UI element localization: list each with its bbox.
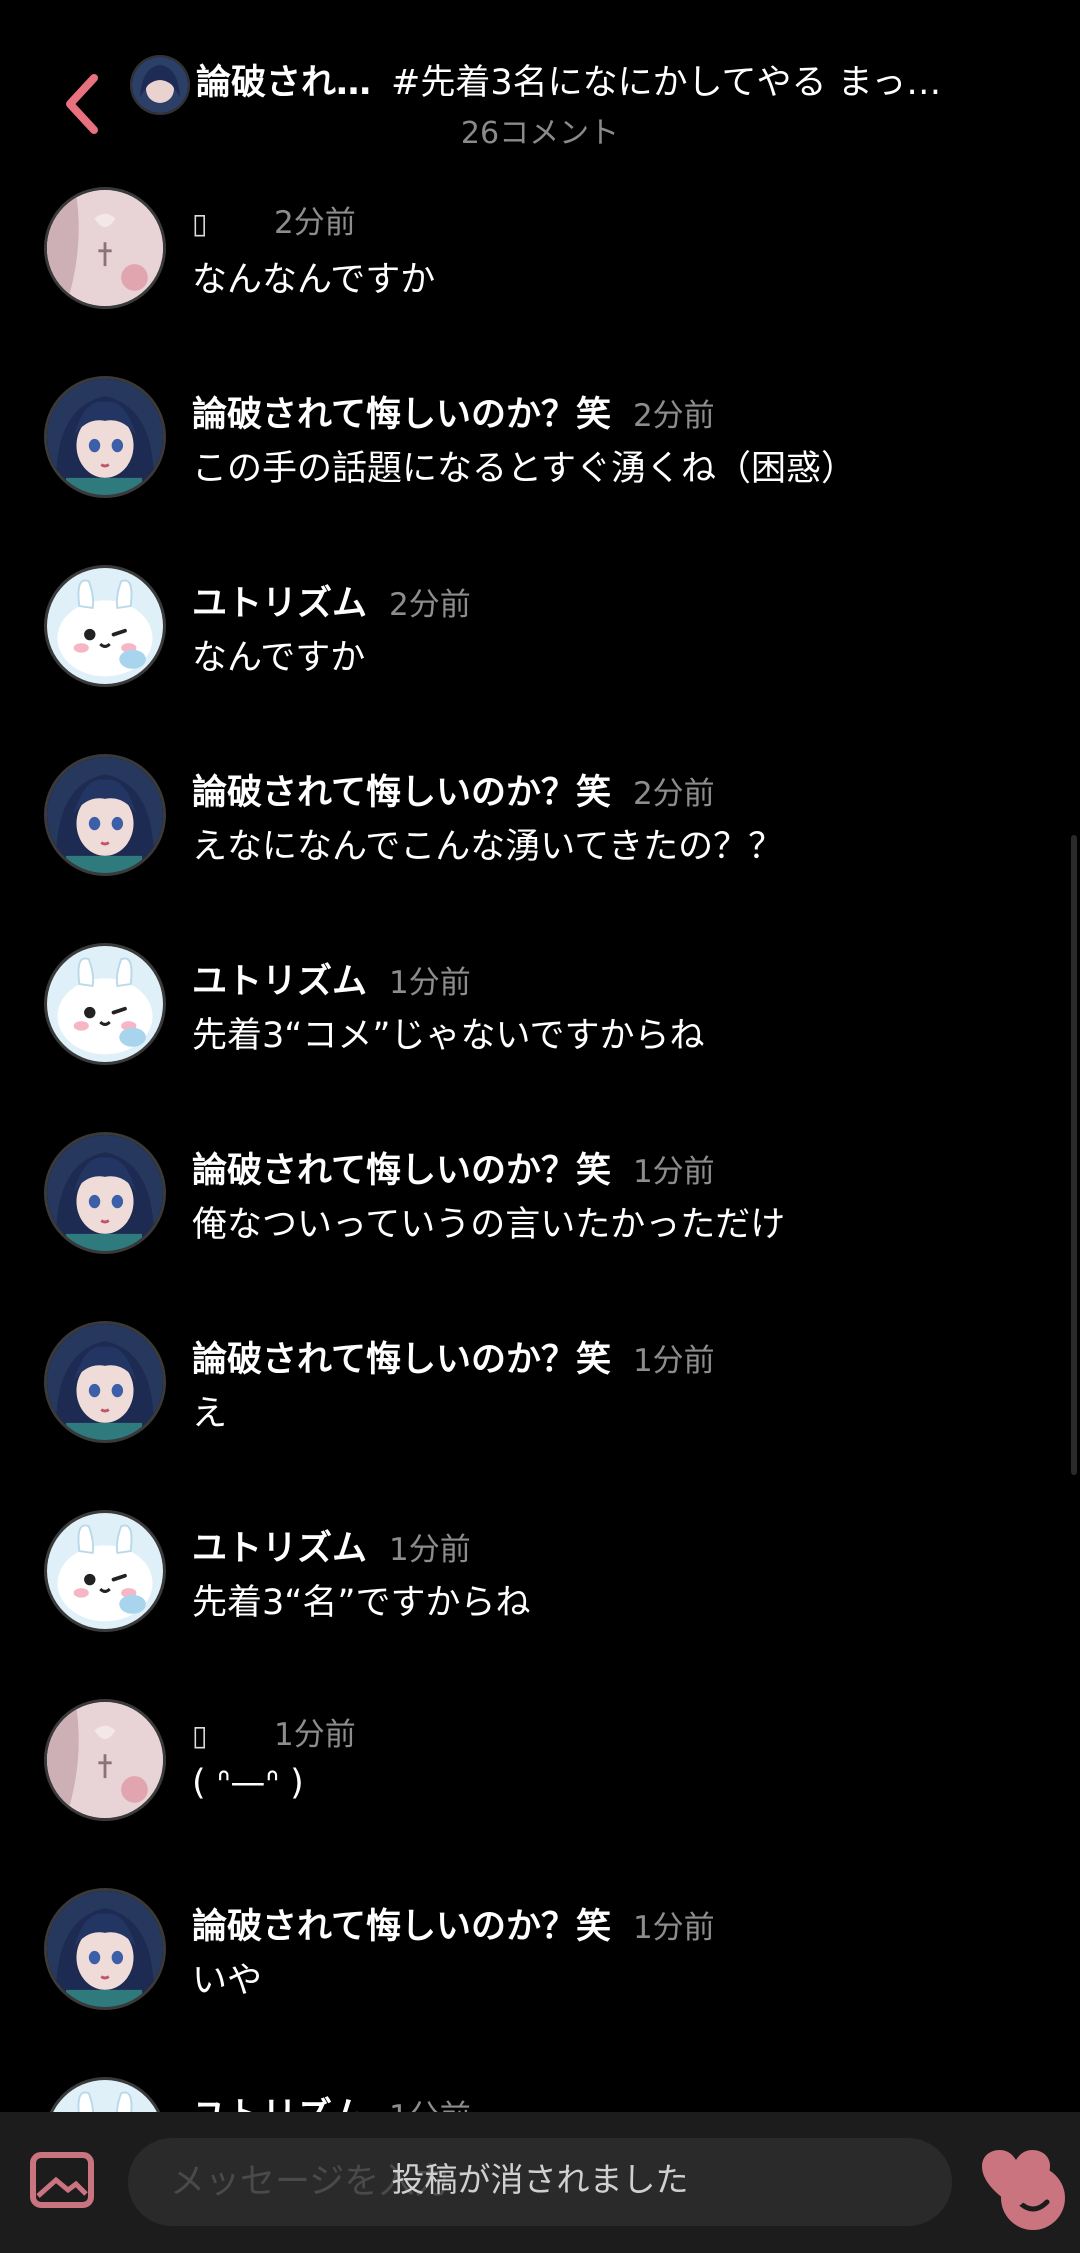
comment-avatar[interactable] — [44, 187, 166, 309]
comment-item[interactable]: ▯ 1分前 ( ᐢ—ᐢ ) — [0, 1699, 1080, 1859]
comment-text: ( ᐢ—ᐢ ) — [192, 1763, 304, 1803]
comment-thread-screen: 論破され… #先着3名になにかしてやる まっ… 26コメント ▯ 2分前 なんなんで… — [0, 0, 1080, 2253]
comment-avatar[interactable] — [44, 1699, 166, 1821]
comment-timestamp: 1分前 — [274, 1717, 356, 1753]
comment-author-name[interactable]: ユトリズム — [192, 1520, 367, 1571]
message-input[interactable]: メッセージを入力 投稿が消されました — [128, 2138, 1065, 2230]
comment-header: ユトリズム 1分前 — [192, 1520, 471, 1571]
comment-timestamp: 2分前 — [632, 776, 715, 812]
comment-header: ユトリズム 2分前 — [192, 575, 471, 626]
like-button[interactable] — [980, 2148, 1052, 2212]
comment-avatar[interactable] — [44, 376, 166, 498]
comment-timestamp: 1分前 — [632, 1343, 715, 1379]
comment-count: 26コメント — [460, 116, 620, 151]
image-icon — [30, 2152, 94, 2208]
comment-text: 先着3“コメ”じゃないですからね — [192, 1016, 705, 1056]
comment-author-name[interactable]: ▯ — [192, 207, 252, 240]
comment-timestamp: 1分前 — [389, 965, 471, 1001]
post-author-avatar[interactable] — [130, 55, 190, 115]
comment-text: なんなんですか — [192, 260, 436, 300]
comment-text: 先着3“名”ですからね — [192, 1583, 531, 1623]
comment-avatar[interactable] — [44, 1321, 166, 1443]
post-title[interactable]: 論破され… #先着3名になにかしてやる まっ… — [196, 55, 956, 111]
comment-avatar[interactable] — [44, 1888, 166, 2010]
comment-header: ▯ 1分前 — [192, 1709, 356, 1757]
comment-text: なんですか — [192, 638, 366, 678]
comment-timestamp: 2分前 — [389, 587, 471, 623]
comment-text: えなになんでこんな湧いてきたの？？ — [192, 827, 784, 867]
comment-item[interactable]: 論破されて悔しいのか？笑 1分前え — [0, 1321, 1080, 1481]
comment-author-name[interactable]: ▯ — [192, 1719, 252, 1752]
comment-author-name[interactable]: ユトリズム — [192, 953, 367, 1004]
comment-author-name[interactable]: ユトリズム — [192, 575, 367, 626]
comment-author-name[interactable]: 論破されて悔しいのか？笑 — [192, 764, 611, 815]
comment-item[interactable]: ユトリズム 1分前先着3“コメ”じゃないですからね — [0, 943, 1080, 1103]
comment-text: 俺なついっていうの言いたかっただけ — [192, 1205, 786, 1245]
comment-header: 論破されて悔しいのか？笑 1分前 — [192, 1898, 715, 1949]
comment-item[interactable]: 論破されて悔しいのか？笑 2分前この手の話題になるとすぐ湧くね（困惑） — [0, 376, 1080, 536]
comment-item[interactable]: ▯ 2分前なんなんですか — [0, 187, 1080, 347]
comment-avatar[interactable] — [44, 565, 166, 687]
heart-icon — [982, 2150, 1050, 2208]
post-author-name: 論破され… — [196, 63, 372, 103]
post-deleted-toast: 投稿が消されました — [391, 2160, 689, 2199]
composer-bar: メッセージを入力 投稿が消されました — [0, 2112, 1080, 2253]
comment-author-name[interactable]: 論破されて悔しいのか？笑 — [192, 1142, 611, 1193]
comment-avatar[interactable] — [44, 1510, 166, 1632]
comment-timestamp: 1分前 — [632, 1154, 715, 1190]
comment-header: 論破されて悔しいのか？笑 2分前 — [192, 386, 715, 437]
comment-header: ユトリズム 1分前 — [192, 953, 471, 1004]
comment-item[interactable]: ユトリズム 2分前 なんですか — [0, 565, 1080, 725]
post-title-text: #先着3名になにかしてやる まっ… — [391, 63, 942, 103]
comment-avatar[interactable] — [44, 754, 166, 876]
image-button[interactable] — [30, 2152, 94, 2208]
comment-avatar[interactable] — [44, 1132, 166, 1254]
comment-item[interactable]: 論破されて悔しいのか？笑 1分前俺なついっていうの言いたかっただけ — [0, 1132, 1080, 1292]
thread-header: 論破され… #先着3名になにかしてやる まっ… 26コメント — [0, 0, 1080, 175]
comment-item[interactable]: 論破されて悔しいのか？笑 1分前いや — [0, 1888, 1080, 2048]
comment-timestamp: 2分前 — [274, 205, 356, 241]
comment-text: いや — [192, 1961, 263, 2001]
comment-timestamp: 2分前 — [632, 398, 715, 434]
comment-header: 論破されて悔しいのか？笑 2分前 — [192, 764, 715, 815]
comment-author-name[interactable]: 論破されて悔しいのか？笑 — [192, 386, 611, 437]
comment-avatar[interactable] — [44, 943, 166, 1065]
comment-header: ▯ 2分前 — [192, 197, 356, 245]
comment-header: 論破されて悔しいのか？笑 1分前 — [192, 1331, 715, 1382]
comment-item[interactable]: 論破されて悔しいのか？笑 2分前えなになんでこんな湧いてきたの？？ — [0, 754, 1080, 914]
comment-text: え — [192, 1394, 228, 1434]
scrollbar[interactable] — [1071, 835, 1077, 1475]
comment-item[interactable]: ユトリズム 1分前先着3“名”ですからね — [0, 1510, 1080, 1670]
comment-author-name[interactable]: 論破されて悔しいのか？笑 — [192, 1331, 611, 1382]
comment-author-name[interactable]: 論破されて悔しいのか？笑 — [192, 1898, 611, 1949]
comment-timestamp: 1分前 — [389, 1532, 471, 1568]
comment-text: この手の話題になるとすぐ湧くね（困惑） — [192, 449, 856, 489]
comment-timestamp: 1分前 — [632, 1910, 715, 1946]
comment-header: 論破されて悔しいのか？笑 1分前 — [192, 1142, 715, 1193]
